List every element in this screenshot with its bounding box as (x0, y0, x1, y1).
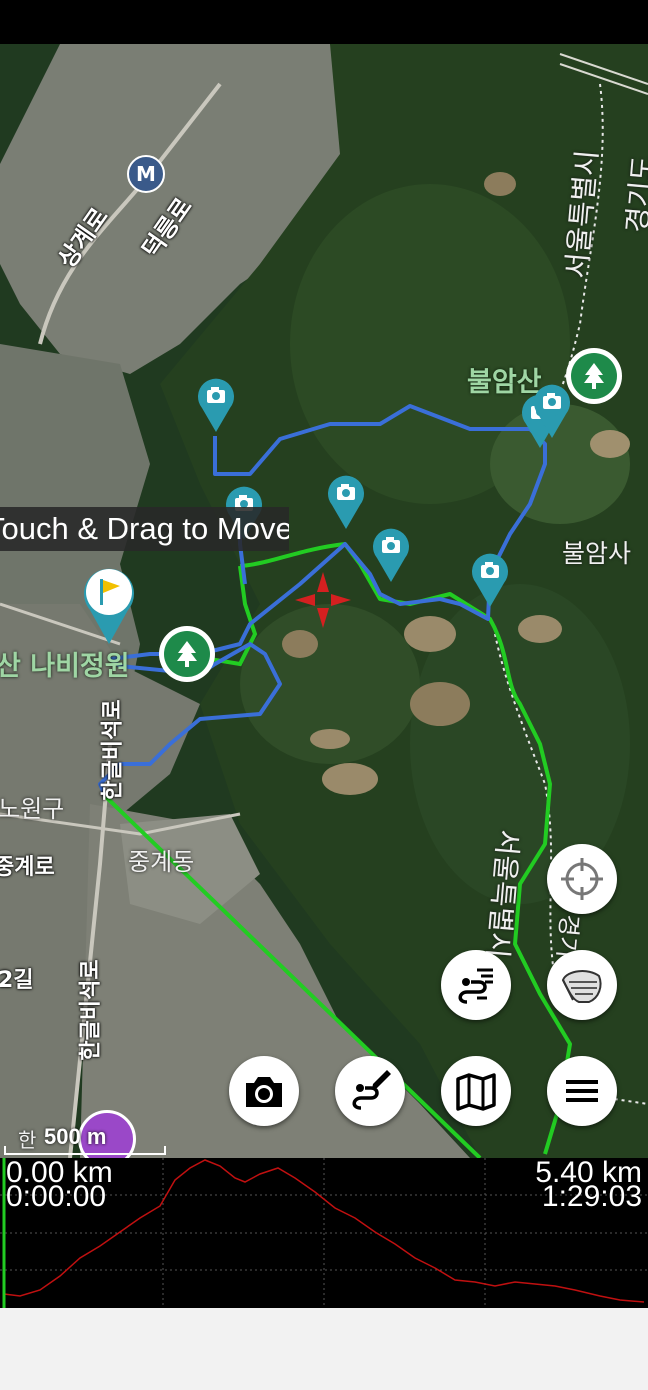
photo-marker-icon[interactable] (371, 526, 411, 584)
elevation-profile[interactable]: 0.00 km 0:00:00 5.40 km 1:29:03 (0, 1158, 648, 1308)
metro-station-icon[interactable]: M (127, 155, 165, 193)
photo-marker-icon[interactable] (470, 551, 510, 609)
place-label-bulamsa: 불암사 (562, 539, 632, 568)
photo-marker-icon[interactable] (326, 473, 366, 531)
district-label-junggye: 중계동 (128, 848, 195, 876)
road-label-hangeulbiseok: 한글비석로 (100, 699, 126, 801)
scale-label: 500 m (44, 1124, 107, 1149)
place-label-butterfly-garden: 산 나비정원 (0, 651, 130, 682)
map-button[interactable] (441, 1056, 511, 1126)
draw-route-button[interactable] (335, 1056, 405, 1126)
map-view[interactable]: M 상계로 덕릉로 불암산 불암사 서울특별시 경기도 서울특별시 경기 산 나… (0, 44, 648, 1158)
crosshair-icon (561, 858, 603, 900)
photo-marker-icon[interactable] (532, 382, 572, 440)
end-time: 1:29:03 (541, 1180, 642, 1213)
track-list-icon (458, 968, 493, 1004)
layers-icon (561, 970, 602, 1003)
status-bar (0, 0, 648, 44)
layers-button[interactable] (547, 950, 617, 1020)
bottom-area (0, 1308, 648, 1390)
camera-icon (246, 1077, 282, 1107)
region-label-gyeonggi: 경기도 (620, 154, 648, 235)
road-label-junggyero: 중계로 (0, 855, 55, 880)
draw-route-icon (352, 1070, 391, 1110)
track-list-button[interactable] (441, 950, 511, 1020)
locate-button[interactable] (547, 844, 617, 914)
start-flag-icon[interactable] (82, 566, 136, 646)
start-time: 0:00:00 (6, 1180, 107, 1213)
menu-icon (566, 1080, 598, 1102)
map-icon (456, 1073, 496, 1111)
photo-marker-icon[interactable] (196, 376, 236, 434)
road-label-hangeulbiseok-2: 한글비석로 (78, 959, 104, 1061)
camera-button[interactable] (229, 1056, 299, 1126)
road-label-2gil: 2길 (0, 968, 34, 993)
district-label-nowon: 노원구 (0, 795, 65, 823)
park-tree-icon-2[interactable] (159, 626, 215, 682)
drag-hint-banner: Touch & Drag to Move (0, 507, 289, 551)
park-tree-icon[interactable] (566, 348, 622, 404)
menu-button[interactable] (547, 1056, 617, 1126)
